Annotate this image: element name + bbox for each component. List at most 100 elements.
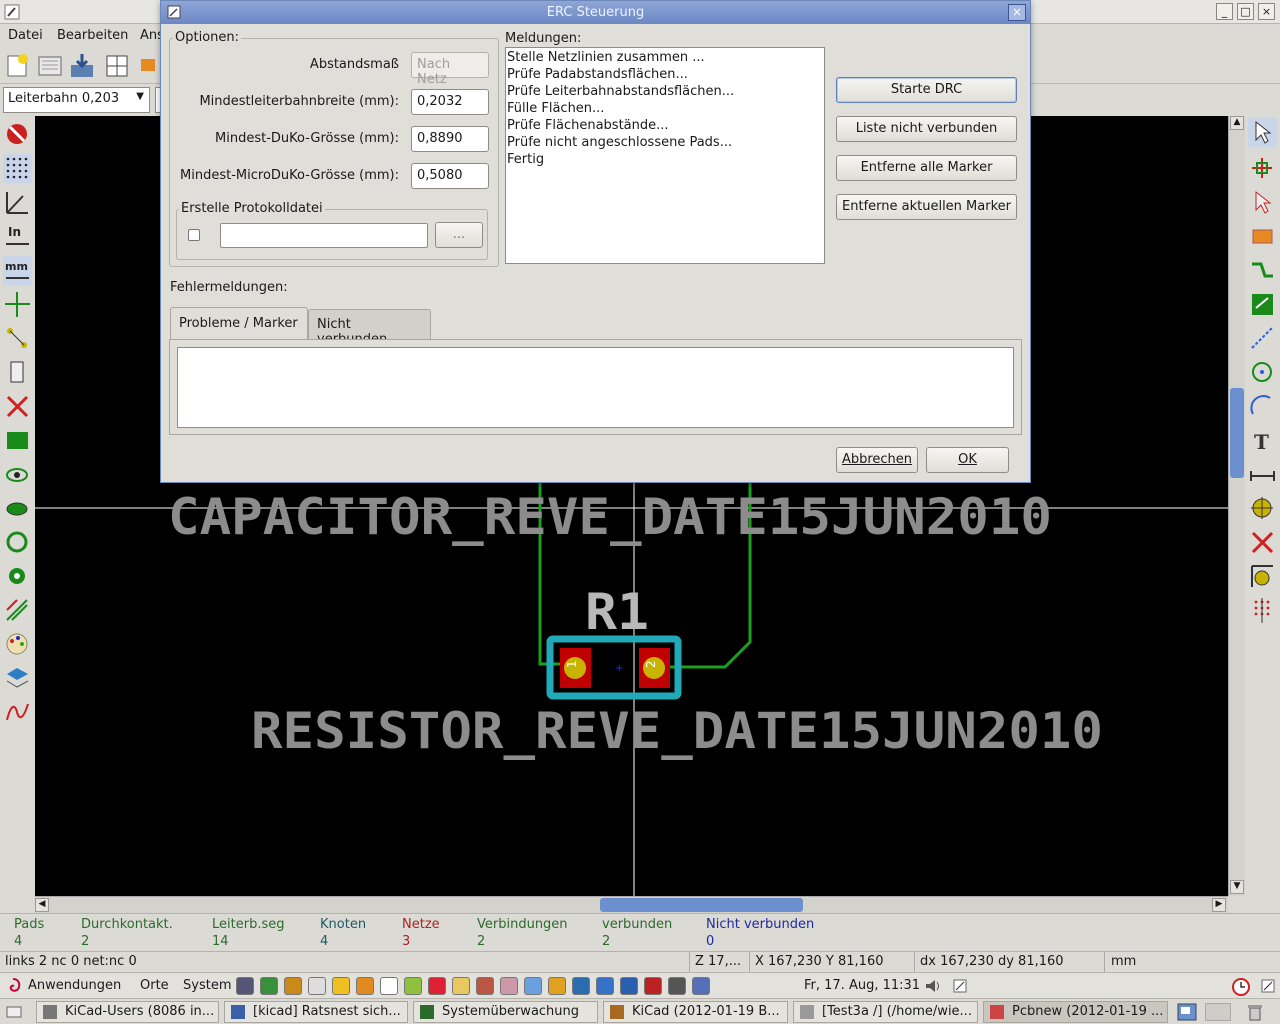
- scroll-left-icon[interactable]: ◀: [35, 898, 49, 912]
- terminal-icon[interactable]: [260, 977, 278, 995]
- tab-problems-markers[interactable]: Probleme / Marker: [170, 307, 308, 340]
- horizontal-scroll-thumb[interactable]: [600, 898, 803, 912]
- new-board-icon[interactable]: [3, 51, 33, 81]
- highlight-net-icon[interactable]: [1248, 154, 1277, 183]
- add-arc-icon[interactable]: [1248, 392, 1277, 421]
- show-zones-outline-icon[interactable]: [3, 494, 32, 523]
- clearance-field[interactable]: Nach Netz: [411, 52, 489, 87]
- messages-list[interactable]: Stelle Netzlinien zusammen ... Prüfe Pada…: [505, 47, 825, 264]
- taskbar-item[interactable]: Systemüberwachung: [413, 1001, 598, 1023]
- panel-clock[interactable]: Fr, 17. Aug, 11:31: [804, 978, 920, 993]
- add-module-icon[interactable]: [1248, 222, 1277, 251]
- select-arrow-icon[interactable]: [1248, 118, 1277, 147]
- ok-button[interactable]: OK: [926, 447, 1009, 473]
- pen-icon[interactable]: [380, 977, 398, 995]
- taskbar-item[interactable]: KiCad (2012-01-19 B...: [603, 1001, 788, 1023]
- delete-items-icon[interactable]: [1248, 528, 1277, 557]
- vertical-scrollbar[interactable]: ▲ ▼: [1228, 116, 1245, 896]
- notes-icon[interactable]: [952, 978, 968, 994]
- add-circle-icon[interactable]: [1248, 358, 1277, 387]
- vertical-scroll-thumb[interactable]: [1230, 388, 1244, 478]
- units-inch-icon[interactable]: In: [3, 222, 32, 251]
- email-icon[interactable]: [284, 977, 302, 995]
- scroll-down-icon[interactable]: ▼: [1230, 880, 1244, 894]
- workspace-2[interactable]: [1205, 1003, 1231, 1021]
- scroll-right-icon[interactable]: ▶: [1212, 898, 1226, 912]
- bookmark-icon[interactable]: [428, 977, 446, 995]
- horizontal-scrollbar[interactable]: ◀ ▶: [35, 896, 1228, 913]
- save-board-icon[interactable]: [67, 51, 97, 81]
- map-icon[interactable]: [668, 977, 686, 995]
- track-width-select[interactable]: Leiterbahn 0,203 ▼: [3, 87, 150, 113]
- cursor-icon[interactable]: [644, 977, 662, 995]
- taskbar-item[interactable]: Pcbnew (2012-01-19 ...: [983, 1001, 1168, 1023]
- menu-datei[interactable]: Datei: [8, 28, 43, 43]
- remove-all-markers-button[interactable]: Entferne alle Marker: [836, 155, 1017, 181]
- min-track-field[interactable]: 0,2032: [411, 89, 489, 115]
- dialog-close-icon[interactable]: ×: [1008, 4, 1026, 21]
- add-tracks-icon[interactable]: [1248, 256, 1277, 285]
- calculator-icon[interactable]: [620, 977, 638, 995]
- web-icon[interactable]: [572, 977, 590, 995]
- errors-list[interactable]: [177, 347, 1014, 428]
- logfile-path-field[interactable]: [220, 223, 428, 248]
- track-sketch-icon[interactable]: [3, 596, 32, 625]
- taskbar-item[interactable]: [Test3a /] (/home/wie...: [793, 1001, 978, 1023]
- open-board-icon[interactable]: [35, 51, 65, 81]
- add-dimension-icon[interactable]: [1248, 460, 1277, 489]
- minimize-button[interactable]: _: [1216, 3, 1233, 20]
- menu-applications[interactable]: Anwendungen: [28, 978, 121, 993]
- add-line-icon[interactable]: [1248, 324, 1277, 353]
- tool-icon[interactable]: [500, 977, 518, 995]
- alarm-clock-icon[interactable]: [1230, 975, 1252, 997]
- add-zones-icon[interactable]: [1248, 290, 1277, 319]
- offset-origin-icon[interactable]: [1248, 562, 1277, 591]
- min-via-field[interactable]: 0,8890: [411, 126, 489, 152]
- via-sketch-icon[interactable]: [3, 562, 32, 591]
- layers-manager-icon[interactable]: [3, 664, 32, 693]
- python-icon[interactable]: [548, 977, 566, 995]
- microwave-tools-icon[interactable]: [3, 698, 32, 727]
- maximize-button[interactable]: □: [1237, 3, 1254, 20]
- menu-bearbeiten[interactable]: Bearbeiten: [57, 28, 128, 43]
- notes-tray-icon[interactable]: [1260, 978, 1276, 994]
- refresh-icon[interactable]: [476, 977, 494, 995]
- start-drc-button[interactable]: Starte DRC: [836, 77, 1017, 103]
- cancel-button[interactable]: Abbrechen: [836, 447, 918, 473]
- logfile-checkbox[interactable]: [188, 229, 200, 241]
- pad-sketch-icon[interactable]: [3, 528, 32, 557]
- grid-origin-icon[interactable]: [1248, 596, 1277, 625]
- display-icon[interactable]: [692, 977, 710, 995]
- screen-icon[interactable]: [596, 977, 614, 995]
- menu-system[interactable]: System: [183, 978, 231, 993]
- drc-off-icon[interactable]: [3, 120, 32, 149]
- menu-places[interactable]: Orte: [140, 978, 169, 993]
- browse-button[interactable]: ...: [435, 222, 483, 248]
- module-ratsnest-icon[interactable]: [3, 358, 32, 387]
- show-ratsnest-icon[interactable]: [3, 324, 32, 353]
- add-target-icon[interactable]: [1248, 494, 1277, 523]
- list-unconnected-button[interactable]: Liste nicht verbunden: [836, 116, 1017, 142]
- tab-unconnected[interactable]: Nicht verbunden: [308, 309, 431, 347]
- remove-current-marker-button[interactable]: Entferne aktuellen Marker: [836, 194, 1017, 220]
- kicad-launcher-icon[interactable]: [356, 977, 374, 995]
- scroll-up-icon[interactable]: ▲: [1230, 116, 1244, 130]
- zone-fill-icon[interactable]: [3, 426, 32, 455]
- grid-icon[interactable]: [3, 154, 32, 183]
- volume-icon[interactable]: [924, 978, 942, 994]
- close-button[interactable]: ×: [1258, 3, 1275, 20]
- min-microvia-field[interactable]: 0,5080: [411, 163, 489, 189]
- workspace-switcher-icon[interactable]: [1177, 1003, 1197, 1021]
- polar-coords-icon[interactable]: [3, 188, 32, 217]
- add-text-icon[interactable]: T: [1248, 426, 1277, 455]
- full-cursor-icon[interactable]: [3, 290, 32, 319]
- editor-icon[interactable]: [308, 977, 326, 995]
- tex-icon[interactable]: [236, 977, 254, 995]
- show-zones-icon[interactable]: [3, 460, 32, 489]
- local-ratsnest-icon[interactable]: [1248, 188, 1277, 217]
- units-mm-icon[interactable]: mm: [3, 256, 32, 285]
- taskbar-item[interactable]: [kicad] Ratsnest sich...: [224, 1001, 408, 1023]
- show-desktop-icon[interactable]: [6, 1004, 22, 1020]
- checker-icon[interactable]: [404, 977, 422, 995]
- globe-icon[interactable]: [524, 977, 542, 995]
